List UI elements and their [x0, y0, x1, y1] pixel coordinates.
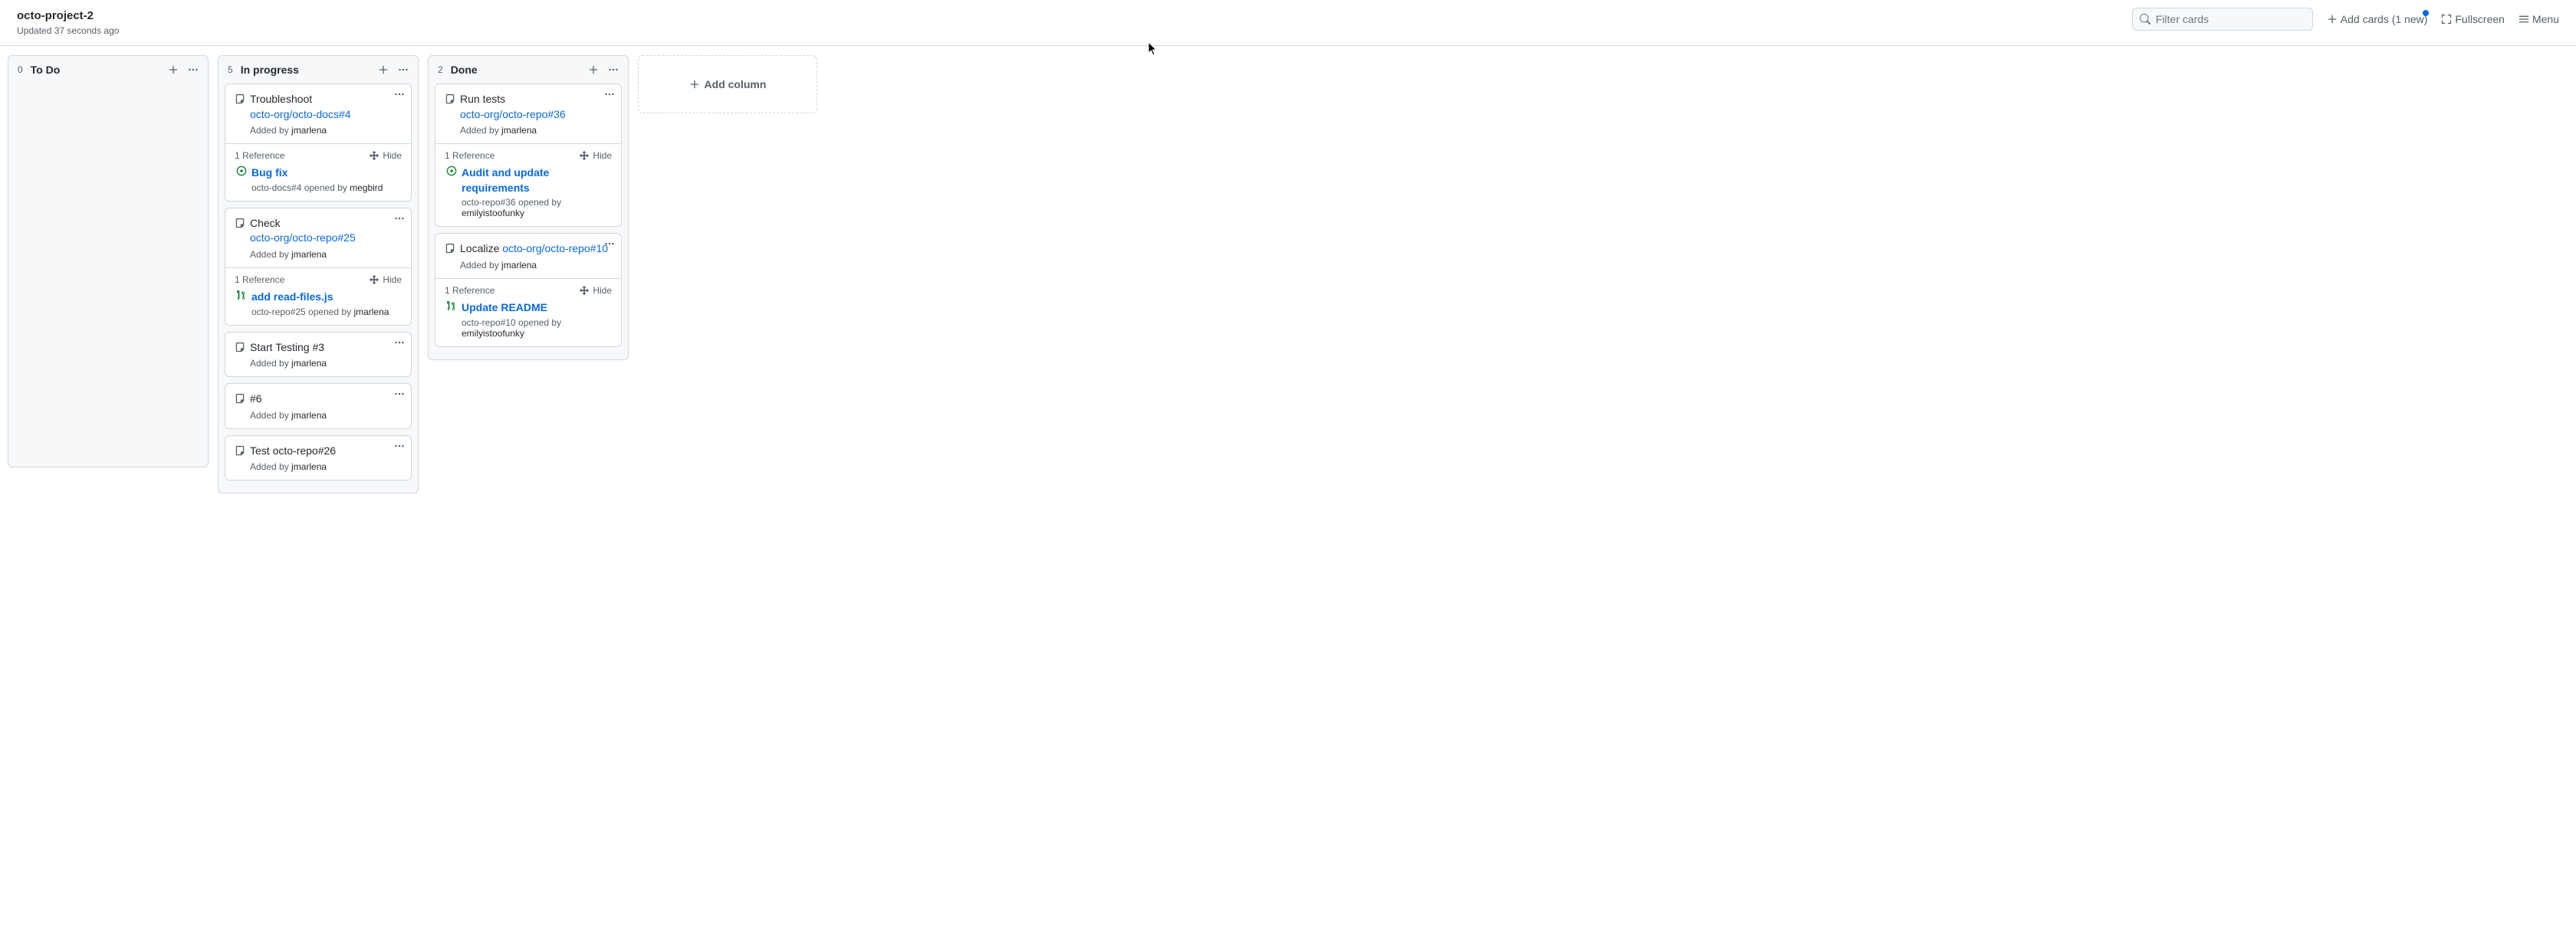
card-menu-button[interactable]	[394, 89, 405, 100]
column-menu-button[interactable]	[608, 64, 619, 75]
menu-label: Menu	[2532, 13, 2559, 25]
card-link[interactable]: octo-org/octo-repo#10	[502, 242, 608, 254]
card-title: Run testsocto-org/octo-repo#36	[460, 92, 566, 122]
reference-title[interactable]: Bug fix	[251, 166, 288, 181]
card[interactable]: Checkocto-org/octo-repo#25Added by jmarl…	[225, 208, 412, 326]
reference-count: 1 Reference	[235, 150, 284, 161]
add-column-button[interactable]: Add column	[638, 55, 817, 113]
card-title: Checkocto-org/octo-repo#25	[250, 216, 356, 246]
project-title: octo-project-2	[17, 8, 119, 24]
column: 0 To Do	[8, 55, 209, 467]
fullscreen-button[interactable]: Fullscreen	[2441, 13, 2505, 25]
hide-references-button[interactable]: Hide	[369, 150, 402, 161]
card-menu-button[interactable]	[604, 238, 615, 249]
card-menu-button[interactable]	[604, 89, 615, 100]
card-added-by: Added by jmarlena	[235, 458, 402, 472]
column-menu-button[interactable]	[188, 64, 199, 75]
reference-count: 1 Reference	[445, 150, 495, 161]
issue-open-icon	[446, 166, 457, 176]
column-title: Done	[451, 64, 478, 76]
reference-title[interactable]: add read-files.js	[251, 290, 334, 305]
add-card-button[interactable]	[378, 64, 389, 75]
card[interactable]: #6Added by jmarlena	[225, 383, 412, 429]
reference-title[interactable]: Update README	[462, 300, 547, 316]
reference-count: 1 Reference	[445, 285, 495, 296]
note-icon	[235, 393, 245, 404]
reference-meta: octo-repo#36 opened by emilyistoofunky	[446, 195, 610, 218]
hide-label: Hide	[383, 150, 402, 161]
card-title: Localize octo-org/octo-repo#10	[460, 241, 608, 257]
card-added-by: Added by jmarlena	[445, 122, 612, 136]
fold-icon	[369, 274, 380, 285]
add-cards-button[interactable]: Add cards (1 new)	[2327, 13, 2428, 25]
card-title: Test octo-repo#26	[250, 444, 336, 459]
reference-count: 1 Reference	[235, 274, 284, 285]
card-link[interactable]: octo-org/octo-docs#4	[250, 108, 351, 120]
card-added-by: Added by jmarlena	[235, 407, 402, 421]
search-icon	[2140, 14, 2150, 25]
card-link[interactable]: octo-org/octo-repo#25	[250, 231, 356, 244]
card-title: Troubleshootocto-org/octo-docs#4	[250, 92, 351, 122]
column-count: 0	[18, 64, 23, 75]
column-title: In progress	[241, 64, 299, 76]
hide-label: Hide	[383, 274, 402, 285]
pull-request-open-icon	[446, 300, 457, 311]
note-icon	[235, 342, 245, 353]
card-menu-button[interactable]	[394, 389, 405, 399]
note-icon	[445, 93, 455, 104]
project-updated: Updated 37 seconds ago	[17, 25, 119, 36]
reference-title[interactable]: Audit and update requirements	[462, 166, 610, 195]
fold-icon	[369, 150, 380, 161]
column: 2DoneRun testsocto-org/octo-repo#36Added…	[428, 55, 629, 360]
column-count: 5	[228, 64, 233, 75]
card-added-by: Added by jmarlena	[445, 257, 612, 271]
card[interactable]: Test octo-repo#26Added by jmarlena	[225, 435, 412, 481]
column-title: To Do	[31, 64, 61, 76]
card[interactable]: Localize octo-org/octo-repo#10Added by j…	[435, 233, 622, 346]
fullscreen-label: Fullscreen	[2455, 13, 2505, 25]
fold-icon	[579, 150, 590, 161]
add-card-button[interactable]	[168, 64, 179, 75]
note-icon	[445, 243, 455, 254]
note-icon	[235, 218, 245, 228]
add-card-button[interactable]	[588, 64, 599, 75]
issue-open-icon	[236, 166, 247, 176]
card-title: #6	[250, 392, 262, 407]
reference-meta: octo-docs#4 opened by megbird	[236, 181, 400, 193]
pull-request-open-icon	[236, 290, 247, 300]
note-icon	[235, 445, 245, 456]
notification-dot-icon	[2423, 10, 2429, 16]
card-added-by: Added by jmarlena	[235, 246, 402, 260]
filter-cards-input[interactable]	[2132, 8, 2313, 31]
note-icon	[235, 93, 245, 104]
reference-meta: octo-repo#10 opened by emilyistoofunky	[446, 316, 610, 339]
card-menu-button[interactable]	[394, 441, 405, 451]
column-count: 2	[438, 64, 443, 75]
hide-label: Hide	[593, 150, 612, 161]
hide-references-button[interactable]: Hide	[579, 285, 612, 296]
hide-label: Hide	[593, 285, 612, 296]
card[interactable]: Troubleshootocto-org/octo-docs#4Added by…	[225, 84, 412, 202]
hide-references-button[interactable]: Hide	[579, 150, 612, 161]
column: 5 In progress Troubleshootocto-org/octo-do…	[218, 55, 419, 494]
card-added-by: Added by jmarlena	[235, 122, 402, 136]
menu-button[interactable]: Menu	[2518, 13, 2559, 25]
column-menu-button[interactable]	[398, 64, 409, 75]
fold-icon	[579, 285, 590, 296]
card-menu-button[interactable]	[394, 337, 405, 348]
reference-meta: octo-repo#25 opened by jmarlena	[236, 305, 400, 317]
card-menu-button[interactable]	[394, 213, 405, 224]
hide-references-button[interactable]: Hide	[369, 274, 402, 285]
card[interactable]: Run testsocto-org/octo-repo#36Added by j…	[435, 84, 622, 227]
card-link[interactable]: octo-org/octo-repo#36	[460, 108, 566, 120]
card-title: Start Testing #3	[250, 340, 324, 356]
card[interactable]: Start Testing #3Added by jmarlena	[225, 332, 412, 378]
add-column-label: Add column	[705, 78, 767, 90]
card-added-by: Added by jmarlena	[235, 355, 402, 369]
add-cards-label: Add cards (1 new)	[2341, 13, 2428, 25]
